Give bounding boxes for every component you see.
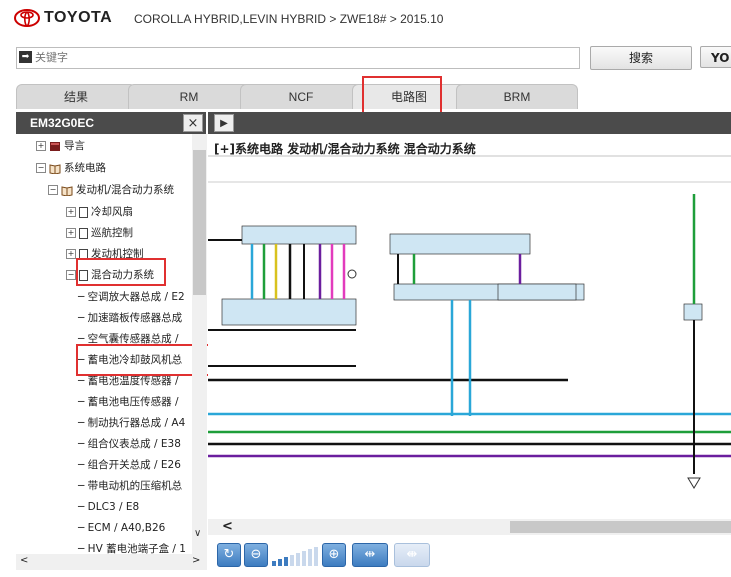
scroll-down-icon[interactable]: ∨ <box>194 528 201 539</box>
book-open-icon <box>49 163 61 174</box>
expand-panel-button[interactable]: ▶ <box>214 114 234 132</box>
collapse-button[interactable]: ⇼ <box>394 543 430 567</box>
zoom-level-indicator[interactable] <box>270 545 320 567</box>
scroll-left-icon[interactable]: < <box>20 555 28 566</box>
book-icon <box>50 141 60 151</box>
tab-brm[interactable]: BRM <box>456 84 578 109</box>
tree-item[interactable]: ─ 加速踏板传感器总成 <box>78 308 182 328</box>
zoom-out-button[interactable]: ⊖ <box>244 543 268 567</box>
tree-scrollbar-thumb[interactable] <box>193 150 206 295</box>
arrow-right-icon: ➡ <box>19 51 32 63</box>
scroll-right-icon[interactable]: > <box>192 555 200 566</box>
tree-item[interactable]: − 发动机/混合动力系统 <box>48 180 174 200</box>
extra-button[interactable]: YO <box>700 46 731 68</box>
tree-item[interactable]: ─ 组合仪表总成 / E38 <box>78 434 181 454</box>
tree-item[interactable]: + 导言 <box>36 136 85 156</box>
expand-icon[interactable]: + <box>66 207 76 217</box>
tab-ncf[interactable]: NCF <box>240 84 362 109</box>
diagram-hscrollbar-thumb[interactable] <box>510 521 731 533</box>
tree-item[interactable]: + 冷却风扇 <box>66 202 133 222</box>
wiring-diagram[interactable] <box>208 134 731 519</box>
collapse-icon[interactable]: − <box>48 185 58 195</box>
tree-hscrollbar[interactable]: < > <box>16 554 207 570</box>
diagram-header-bar <box>208 112 731 134</box>
tab-rm[interactable]: RM <box>128 84 250 109</box>
refresh-button[interactable]: ↻ <box>217 543 241 567</box>
close-panel-button[interactable]: × <box>183 114 203 132</box>
expand-button[interactable]: ⇹ <box>352 543 388 567</box>
tree-item[interactable]: − 系统电路 <box>36 158 106 178</box>
toyota-logo: TOYOTA <box>14 8 112 28</box>
search-box[interactable]: ➡ <box>16 47 580 69</box>
search-input[interactable] <box>35 48 565 66</box>
page-icon <box>79 227 88 239</box>
tree-item[interactable]: ─ 蓄电池电压传感器 / <box>78 392 179 412</box>
zoom-in-button[interactable]: ⊕ <box>322 543 346 567</box>
tree-item[interactable]: ─ ECM / A40,B26 <box>78 518 165 538</box>
wiring-diagram-canvas <box>208 155 731 489</box>
diagram-title: [+]系统电路 发动机/混合动力系统 混合动力系统 <box>214 142 476 156</box>
tree-item[interactable]: ─ DLC3 / E8 <box>78 497 139 517</box>
tree-item[interactable]: ─ 空调放大器总成 / E2 <box>78 287 185 307</box>
tree-item[interactable]: ─ HV 蓄电池端子盒 / 1 <box>78 539 186 554</box>
zoom-out-icon: ⊖ <box>250 547 262 562</box>
tree-item[interactable]: ─ 带电动机的压缩机总 <box>78 476 182 496</box>
expand-icon: ⇹ <box>364 547 376 562</box>
expand-icon[interactable]: + <box>66 228 76 238</box>
collapse-icon[interactable]: − <box>36 163 46 173</box>
brand-name: TOYOTA <box>44 9 113 26</box>
tree-item[interactable]: ─ 组合开关总成 / E26 <box>78 455 181 475</box>
play-icon: ▶ <box>220 118 228 129</box>
refresh-icon: ↻ <box>223 547 235 562</box>
highlight-box-selected <box>76 258 166 286</box>
collapse-icon: ⇼ <box>406 547 418 562</box>
collapse-icon[interactable]: − <box>66 270 76 280</box>
toyota-emblem-icon <box>14 9 40 27</box>
tree-item[interactable]: ─ 制动执行器总成 / A4 <box>78 413 185 433</box>
breadcrumb: COROLLA HYBRID,LEVIN HYBRID > ZWE18# > 2… <box>134 12 444 26</box>
expand-icon[interactable]: + <box>36 141 46 151</box>
search-button[interactable]: 搜索 <box>590 46 692 70</box>
page-icon <box>79 206 88 218</box>
panel-title: EM32G0EC <box>16 112 206 134</box>
tab-results[interactable]: 结果 <box>16 84 136 109</box>
zoom-in-icon: ⊕ <box>328 547 340 562</box>
tree-item[interactable]: + 巡航控制 <box>66 223 133 243</box>
tab-bar: 结果 RM NCF 电路图 BRM <box>16 84 578 109</box>
scroll-left-icon[interactable]: < <box>222 519 233 534</box>
expand-icon[interactable]: + <box>66 249 76 259</box>
book-open-icon <box>61 185 73 196</box>
